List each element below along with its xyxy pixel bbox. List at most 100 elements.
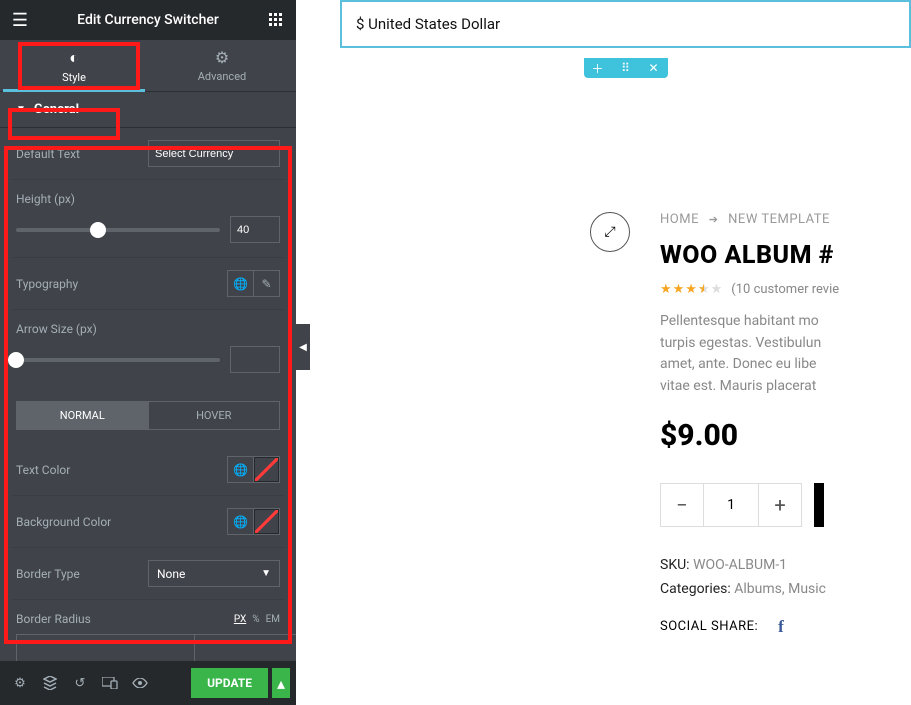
typography-global-icon[interactable]: 🌐 bbox=[227, 270, 254, 297]
arrow-size-label: Arrow Size (px) bbox=[16, 310, 280, 346]
qty-plus-button[interactable]: + bbox=[758, 483, 802, 527]
panel-collapse-handle[interactable]: ◀ bbox=[296, 324, 310, 370]
panel-footer: ⚙ ↺ UPDATE ▴ bbox=[0, 661, 296, 705]
arrow-size-slider[interactable] bbox=[16, 358, 220, 362]
product-info: HOME ➔ NEW TEMPLATE WOO ALBUM # ★★★★★★ (… bbox=[660, 212, 911, 637]
widgets-grid-icon[interactable] bbox=[256, 13, 296, 27]
product-title: WOO ALBUM # bbox=[660, 241, 911, 270]
control-border-type: Border Type None ▼ bbox=[12, 548, 284, 600]
category-link-1[interactable]: Albums bbox=[734, 581, 782, 597]
default-text-input[interactable] bbox=[148, 140, 280, 167]
navigator-icon[interactable] bbox=[36, 669, 64, 697]
border-type-value: None bbox=[157, 567, 185, 581]
typography-edit-icon[interactable]: ✎ bbox=[253, 270, 280, 297]
section-general-toggle[interactable]: ▼ General bbox=[0, 92, 296, 128]
qty-minus-button[interactable]: − bbox=[660, 483, 704, 527]
product-gallery: ⤢ bbox=[340, 212, 630, 637]
social-share-label: SOCIAL SHARE: bbox=[660, 619, 758, 634]
facebook-icon[interactable]: f bbox=[778, 617, 784, 637]
control-text-color: Text Color 🌐 bbox=[12, 444, 284, 496]
breadcrumb-home[interactable]: HOME bbox=[660, 212, 699, 227]
section-edit-handles: ＋ ⠿ ✕ bbox=[584, 58, 668, 78]
editor-panel: ☰ Edit Currency Switcher ◐ Style ⚙ Advan… bbox=[0, 0, 296, 705]
menu-icon[interactable]: ☰ bbox=[0, 10, 40, 31]
panel-body: Default Text Height (px) Typography 🌐 ✎ bbox=[0, 128, 296, 661]
border-radius-label: Border Radius bbox=[16, 612, 91, 626]
default-text-label: Default Text bbox=[16, 147, 148, 161]
bg-color-global-icon[interactable]: 🌐 bbox=[227, 508, 254, 535]
responsive-icon[interactable] bbox=[96, 669, 124, 697]
qty-value[interactable]: 1 bbox=[704, 483, 758, 527]
slider-thumb[interactable] bbox=[8, 352, 24, 368]
gear-icon: ⚙ bbox=[215, 48, 229, 67]
settings-gear-icon[interactable]: ⚙ bbox=[6, 669, 34, 697]
tab-style[interactable]: ◐ Style bbox=[0, 40, 148, 91]
no-color-icon bbox=[254, 509, 279, 534]
control-bg-color: Background Color 🌐 bbox=[12, 496, 284, 548]
product-price: $9.00 bbox=[660, 418, 911, 453]
breadcrumb-current: NEW TEMPLATE bbox=[728, 212, 830, 227]
height-input[interactable] bbox=[230, 216, 280, 243]
control-typography: Typography 🌐 ✎ bbox=[12, 258, 284, 310]
categories-row: Categories: Albums, Music bbox=[660, 581, 911, 597]
preview-canvas: $ United States Dollar ＋ ⠿ ✕ ⤢ HOME ➔ NE… bbox=[340, 0, 911, 705]
border-type-select[interactable]: None ▼ bbox=[148, 560, 280, 587]
tab-style-label: Style bbox=[62, 71, 86, 84]
panel-header: ☰ Edit Currency Switcher bbox=[0, 0, 296, 40]
unit-percent[interactable]: % bbox=[252, 614, 259, 625]
caret-down-icon: ▼ bbox=[16, 104, 26, 115]
text-color-global-icon[interactable]: 🌐 bbox=[227, 456, 254, 483]
preview-eye-icon[interactable] bbox=[126, 669, 154, 697]
tab-advanced[interactable]: ⚙ Advanced bbox=[148, 40, 296, 91]
control-arrow-size: Arrow Size (px) bbox=[12, 310, 284, 387]
border-radius-inputs: 🔗 bbox=[16, 634, 280, 661]
product-layout: ⤢ HOME ➔ NEW TEMPLATE WOO ALBUM # ★★★★★★… bbox=[340, 52, 911, 637]
category-link-2[interactable]: Music bbox=[788, 581, 826, 597]
drag-section-icon[interactable]: ⠿ bbox=[612, 58, 640, 78]
currency-switcher-widget[interactable]: $ United States Dollar bbox=[340, 0, 911, 48]
add-section-icon[interactable]: ＋ bbox=[584, 58, 612, 78]
height-slider[interactable] bbox=[16, 228, 220, 232]
update-button[interactable]: UPDATE bbox=[191, 668, 268, 698]
categories-label: Categories: bbox=[660, 581, 731, 597]
sku-row: SKU: WOO-ALBUM-1 bbox=[660, 557, 911, 573]
unit-px[interactable]: PX bbox=[234, 614, 246, 625]
breadcrumb-separator-icon: ➔ bbox=[709, 213, 719, 226]
no-color-icon bbox=[254, 457, 279, 482]
currency-label: $ United States Dollar bbox=[356, 15, 500, 33]
sku-label: SKU: bbox=[660, 557, 690, 573]
text-color-label: Text Color bbox=[16, 463, 227, 477]
section-general-label: General bbox=[34, 102, 79, 117]
unit-em[interactable]: EM bbox=[266, 614, 280, 625]
panel-tabs: ◐ Style ⚙ Advanced bbox=[0, 40, 296, 92]
sku-value: WOO-ALBUM-1 bbox=[693, 557, 787, 573]
chevron-down-icon: ▼ bbox=[261, 568, 271, 579]
text-color-swatch[interactable] bbox=[253, 456, 280, 483]
arrow-size-input[interactable] bbox=[230, 346, 280, 373]
bg-color-swatch[interactable] bbox=[253, 508, 280, 535]
half-circle-icon: ◐ bbox=[69, 48, 79, 68]
radius-top-input[interactable] bbox=[16, 634, 195, 661]
add-to-cart-button[interactable] bbox=[814, 483, 824, 527]
review-count[interactable]: (10 customer revie bbox=[731, 282, 839, 297]
history-icon[interactable]: ↺ bbox=[66, 669, 94, 697]
unit-switcher: PX % EM bbox=[234, 614, 280, 625]
radius-right-input[interactable] bbox=[194, 634, 296, 661]
update-options-button[interactable]: ▴ bbox=[272, 668, 290, 698]
state-tab-normal[interactable]: NORMAL bbox=[16, 401, 149, 430]
close-section-icon[interactable]: ✕ bbox=[640, 58, 668, 78]
state-tab-hover[interactable]: HOVER bbox=[148, 401, 281, 430]
breadcrumb: HOME ➔ NEW TEMPLATE bbox=[660, 212, 911, 227]
bg-color-label: Background Color bbox=[16, 515, 227, 529]
control-border-radius: Border Radius PX % EM 🔗 TOP RIG bbox=[12, 600, 284, 661]
control-height: Height (px) bbox=[12, 180, 284, 258]
zoom-icon[interactable]: ⤢ bbox=[590, 212, 630, 252]
border-type-label: Border Type bbox=[16, 567, 148, 581]
rating-row: ★★★★★★ (10 customer revie bbox=[660, 282, 911, 297]
quantity-row: − 1 + bbox=[660, 483, 911, 527]
control-default-text: Default Text bbox=[12, 128, 284, 180]
social-share-row: SOCIAL SHARE: f bbox=[660, 617, 911, 637]
height-label: Height (px) bbox=[16, 180, 280, 216]
slider-thumb[interactable] bbox=[90, 222, 106, 238]
star-rating-icon: ★★★★★★ bbox=[660, 282, 723, 297]
